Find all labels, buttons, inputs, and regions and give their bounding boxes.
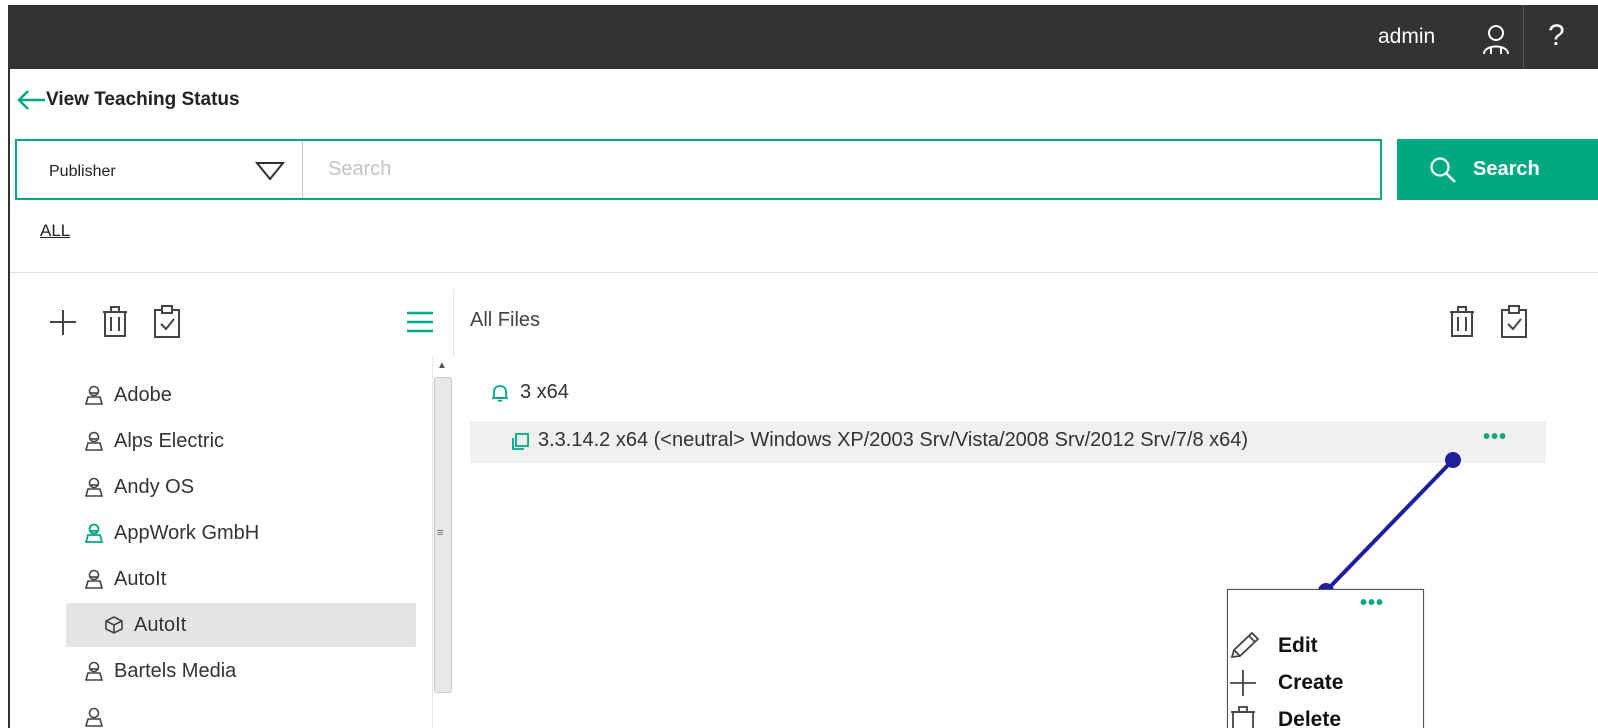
delete-icon[interactable] bbox=[1447, 305, 1477, 339]
file-row[interactable]: 3.3.14.2 x64 (<neutral> Windows XP/2003 … bbox=[470, 421, 1546, 463]
tree-item-label: Andy OS bbox=[114, 475, 195, 498]
plus-icon bbox=[1230, 670, 1256, 696]
publisher-icon bbox=[84, 477, 104, 497]
tree-item-publisher[interactable]: Adobe bbox=[84, 380, 172, 410]
publisher-icon bbox=[84, 661, 104, 681]
tree-item-product-selected[interactable]: AutoIt bbox=[104, 610, 186, 640]
search-icon bbox=[1430, 156, 1456, 183]
scroll-up-arrow-icon[interactable]: ▲ bbox=[437, 360, 447, 371]
tree-item-publisher[interactable]: Alps Electric bbox=[84, 426, 224, 456]
more-options-icon[interactable]: ••• bbox=[1360, 593, 1384, 613]
menu-icon[interactable] bbox=[405, 305, 435, 339]
tree-item-label: AutoIt bbox=[114, 567, 167, 590]
page-title: View Teaching Status bbox=[46, 89, 240, 110]
all-filter-link[interactable]: ALL bbox=[40, 221, 70, 241]
publisher-icon bbox=[84, 707, 104, 727]
tree-item-label: AppWork GmbH bbox=[114, 521, 260, 544]
back-arrow-icon[interactable] bbox=[16, 89, 46, 111]
app-frame: admin ? View Teaching Status Publisher S… bbox=[0, 0, 1598, 728]
tree-item-label: Bartels Media bbox=[114, 659, 237, 682]
filter-dropdown[interactable]: Publisher bbox=[17, 141, 303, 198]
bell-icon bbox=[492, 384, 508, 402]
more-options-icon[interactable]: ••• bbox=[1483, 427, 1507, 447]
filter-selected-label: Publisher bbox=[49, 163, 116, 180]
scrollbar-grip-icon: ≡ bbox=[437, 527, 444, 539]
tree-item-label: Alps Electric bbox=[114, 429, 225, 452]
clipboard-check-icon[interactable] bbox=[152, 305, 182, 339]
search-input[interactable] bbox=[304, 141, 1380, 198]
clipboard-check-icon[interactable] bbox=[1499, 305, 1529, 339]
tree-item-label: Adobe bbox=[114, 383, 172, 406]
help-icon[interactable]: ? bbox=[1548, 19, 1565, 53]
tree-item-publisher[interactable]: Bartels Media bbox=[84, 656, 236, 686]
tree-item-publisher[interactable]: Andy OS bbox=[84, 472, 194, 502]
topbar-separator bbox=[1523, 5, 1524, 69]
top-bar: admin ? bbox=[8, 5, 1598, 69]
trash-icon bbox=[1231, 706, 1255, 728]
publisher-icon bbox=[84, 385, 104, 405]
search-bar: Publisher bbox=[15, 139, 1382, 200]
menu-item-delete[interactable]: Delete bbox=[1228, 704, 1341, 728]
menu-item-edit[interactable]: Edit bbox=[1228, 630, 1318, 662]
context-menu: ••• Edit Create Delete bbox=[1227, 589, 1424, 728]
add-icon[interactable] bbox=[48, 305, 78, 339]
menu-item-create[interactable]: Create bbox=[1228, 667, 1343, 699]
tree-item-label: AutoIt bbox=[134, 613, 187, 636]
delete-icon[interactable] bbox=[100, 305, 130, 339]
menu-item-label: Delete bbox=[1278, 708, 1342, 728]
menu-item-label: Edit bbox=[1278, 634, 1318, 657]
panel-title: All Files bbox=[470, 309, 541, 331]
username-label: admin bbox=[1378, 25, 1436, 48]
left-edge bbox=[8, 69, 10, 728]
search-button[interactable]: Search bbox=[1397, 139, 1598, 200]
tree-item-publisher-active[interactable]: AppWork GmbH bbox=[84, 518, 259, 548]
package-icon bbox=[105, 616, 123, 634]
tree-item-publisher[interactable]: AutoIt bbox=[84, 564, 166, 594]
search-button-label: Search bbox=[1473, 158, 1540, 180]
file-label: 3.3.14.2 x64 (<neutral> Windows XP/2003 … bbox=[538, 429, 1249, 451]
pencil-icon bbox=[1230, 631, 1260, 659]
section-divider bbox=[10, 272, 1598, 273]
publisher-icon bbox=[84, 431, 104, 451]
back-link[interactable]: View Teaching Status bbox=[16, 86, 240, 114]
dropdown-arrow-icon[interactable] bbox=[254, 160, 286, 182]
copy-file-icon bbox=[512, 433, 529, 450]
tree-item-publisher-partial[interactable] bbox=[84, 702, 114, 728]
file-group-row[interactable]: 3 x64 bbox=[490, 381, 569, 404]
publisher-icon bbox=[84, 523, 104, 543]
user-icon[interactable] bbox=[1482, 24, 1510, 54]
file-group-label: 3 x64 bbox=[520, 381, 569, 403]
menu-item-label: Create bbox=[1278, 671, 1344, 694]
publisher-icon bbox=[84, 569, 104, 589]
